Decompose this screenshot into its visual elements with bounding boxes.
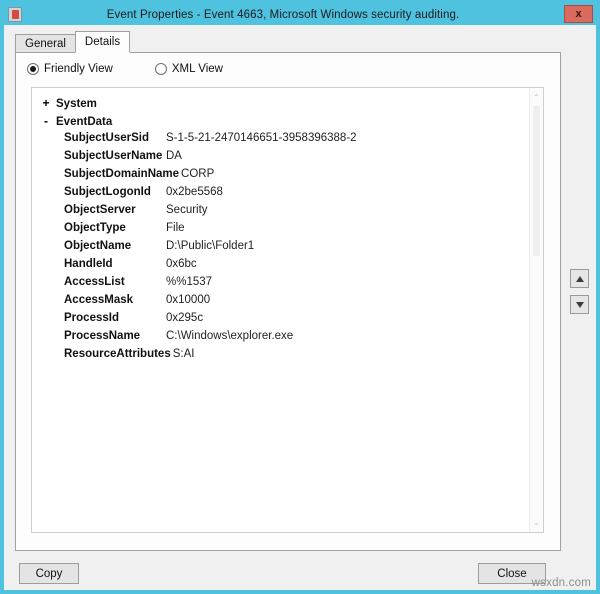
scroll-down-icon[interactable]: ⌄: [530, 515, 543, 530]
field-name: SubjectUserName: [64, 150, 163, 162]
dialog-client-area: Friendly View XML View + System - EventD…: [4, 25, 596, 590]
copy-button[interactable]: Copy: [19, 563, 79, 584]
field-value: 0x2be5568: [166, 186, 223, 198]
previous-event-button[interactable]: [570, 269, 589, 288]
field-value: Security: [166, 204, 208, 216]
field-value: D:\Public\Folder1: [166, 240, 255, 252]
field-row: ObjectName D:\Public\Folder1: [32, 240, 529, 258]
collapse-eventdata-icon[interactable]: -: [40, 114, 52, 128]
tree-node-eventdata-label: EventData: [56, 116, 113, 128]
field-name: SubjectUserSid: [64, 132, 149, 144]
field-value: C:\Windows\explorer.exe: [166, 330, 294, 342]
field-name: ObjectServer: [64, 204, 136, 216]
details-scrollbar[interactable]: ⌃ ⌄: [529, 88, 543, 532]
field-row: ObjectServer Security: [32, 204, 529, 222]
field-name: HandleId: [64, 258, 113, 270]
field-value: 0x10000: [166, 294, 211, 306]
field-row: SubjectLogonId 0x2be5568: [32, 186, 529, 204]
radio-xml-view-label: XML View: [171, 63, 223, 75]
tree-node-system-label: System: [56, 98, 97, 110]
tab-details[interactable]: Details: [74, 31, 131, 53]
field-value: CORP: [181, 168, 215, 180]
field-value: DA: [166, 150, 182, 162]
radio-xml-view-mark: [154, 63, 167, 75]
field-row: ResourceAttributes S:AI: [32, 348, 529, 366]
field-value: S:AI: [172, 348, 195, 360]
field-name: AccessList: [64, 276, 125, 288]
field-row: SubjectDomainName CORP: [32, 168, 529, 186]
tree-node-system[interactable]: + System: [32, 96, 529, 114]
field-row: SubjectUserSid S-1-5-21-2470146651-39583…: [32, 132, 529, 150]
tab-panel: Friendly View XML View + System - EventD…: [15, 52, 561, 551]
watermark: wsxdn.com: [531, 577, 591, 589]
expand-system-icon[interactable]: +: [40, 96, 52, 110]
field-name: SubjectDomainName: [64, 168, 180, 180]
scroll-up-icon[interactable]: ⌃: [530, 90, 543, 105]
event-details-pane: + System - EventData SubjectUserSid S-1-…: [31, 87, 544, 533]
radio-friendly-view-label: Friendly View: [44, 63, 113, 75]
tab-general[interactable]: General: [15, 34, 76, 53]
field-row: AccessList %%1537: [32, 276, 529, 294]
field-row: ObjectType File: [32, 222, 529, 240]
field-value: S-1-5-21-2470146651-3958396388-2: [166, 132, 357, 144]
title-bar: Event Properties - Event 4663, Microsoft…: [4, 4, 596, 25]
event-properties-icon: [8, 7, 22, 22]
tree-node-eventdata[interactable]: - EventData: [32, 114, 529, 132]
field-value: File: [166, 222, 185, 234]
field-name: ObjectName: [64, 240, 132, 252]
field-row: ProcessId 0x295c: [32, 312, 529, 330]
event-properties-window: Event Properties - Event 4663, Microsoft…: [0, 0, 600, 594]
field-row: ProcessName C:\Windows\explorer.exe: [32, 330, 529, 348]
radio-friendly-view[interactable]: Friendly View: [27, 63, 113, 75]
window-title: Event Properties - Event 4663, Microsoft…: [106, 8, 460, 21]
field-row: AccessMask 0x10000: [32, 294, 529, 312]
field-value: 0x295c: [166, 312, 204, 324]
field-row: HandleId 0x6bc: [32, 258, 529, 276]
tab-strip: General Details: [15, 31, 131, 53]
view-mode-radio-group: Friendly View XML View: [27, 63, 223, 75]
radio-friendly-view-mark: [27, 63, 39, 75]
field-name: AccessMask: [64, 294, 134, 306]
arrow-up-icon: [575, 275, 584, 282]
field-name: ProcessId: [64, 312, 119, 324]
field-row: SubjectUserName DA: [32, 150, 529, 168]
field-name: ResourceAttributes: [64, 348, 171, 360]
arrow-down-icon: [575, 301, 584, 308]
close-window-button[interactable]: x: [564, 5, 593, 23]
field-value: 0x6bc: [166, 258, 197, 270]
radio-xml-view[interactable]: XML View: [154, 63, 223, 75]
scrollbar-thumb[interactable]: [533, 106, 540, 256]
field-value: %%1537: [166, 276, 213, 288]
event-details-scroll-content: + System - EventData SubjectUserSid S-1-…: [32, 88, 529, 532]
next-event-button[interactable]: [570, 295, 589, 314]
field-name: SubjectLogonId: [64, 186, 151, 198]
field-name: ObjectType: [64, 222, 126, 234]
field-name: ProcessName: [64, 330, 141, 342]
